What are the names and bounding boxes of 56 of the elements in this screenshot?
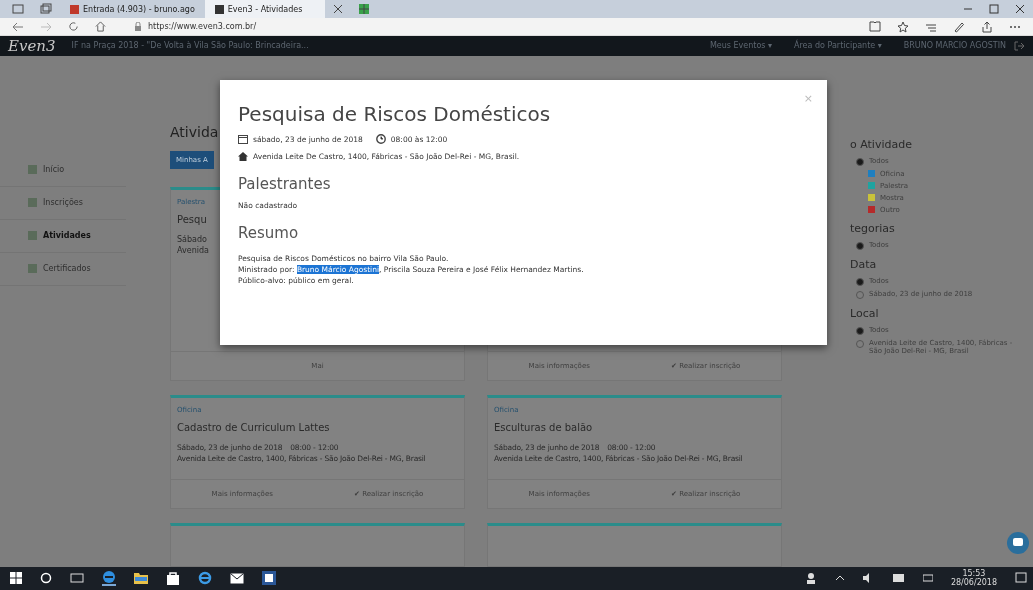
home-icon[interactable] bbox=[95, 21, 106, 33]
nav-menu[interactable]: Área do Participante ▾ bbox=[794, 41, 882, 51]
site-logo[interactable]: Even3 bbox=[8, 36, 56, 55]
page-heading: Ativida bbox=[170, 123, 219, 140]
bag-icon[interactable] bbox=[166, 571, 180, 586]
filter-heading: o Atividade bbox=[850, 137, 913, 151]
sidebar-item[interactable]: Certificados bbox=[0, 252, 126, 286]
people-icon[interactable] bbox=[804, 572, 817, 585]
activity-title: Esculturas de balão bbox=[494, 421, 593, 433]
filter-heading: Data bbox=[850, 257, 878, 271]
back-tab-icon[interactable] bbox=[40, 3, 52, 15]
event-title[interactable]: IF na Praça 2018 - "De Volta à Vila São Paulo: Brincadeira... bbox=[71, 41, 309, 51]
taskbar-clock[interactable]: 15:53 28/06/2018 bbox=[950, 569, 997, 588]
start-icon[interactable] bbox=[10, 572, 22, 585]
home-icon bbox=[238, 152, 248, 161]
section-heading: Resumo bbox=[238, 224, 300, 242]
clock-icon bbox=[375, 134, 386, 144]
chat-icon[interactable] bbox=[1007, 532, 1029, 554]
activity-place: Avenida bbox=[177, 245, 209, 255]
notifications-icon[interactable] bbox=[1015, 572, 1027, 585]
envelope-icon[interactable] bbox=[230, 572, 244, 585]
tabs-icon[interactable] bbox=[12, 3, 24, 15]
activity-title: Pesqu bbox=[177, 213, 207, 225]
sidebar-item[interactable]: Início bbox=[0, 153, 126, 187]
sidebar-item[interactable]: Atividades bbox=[0, 219, 126, 253]
logout-icon[interactable] bbox=[1014, 40, 1025, 51]
refresh-icon[interactable] bbox=[68, 21, 79, 33]
keyboard-icon[interactable] bbox=[922, 573, 933, 584]
sidebar-item[interactable]: Inscrições bbox=[0, 186, 126, 220]
maximize-icon[interactable] bbox=[989, 4, 999, 14]
pen-icon[interactable] bbox=[953, 20, 965, 33]
activity-title: Cadastro de Curriculum Lattes bbox=[177, 421, 330, 433]
star-icon[interactable] bbox=[897, 20, 909, 33]
share-icon[interactable] bbox=[981, 20, 993, 33]
more-icon[interactable] bbox=[1009, 24, 1021, 29]
calendar-icon bbox=[238, 134, 248, 144]
modal-title: Pesquisa de Riscos Domésticos bbox=[238, 102, 552, 126]
close-icon[interactable] bbox=[332, 4, 343, 14]
lock-icon bbox=[134, 21, 142, 32]
section-heading: Palestrantes bbox=[238, 175, 332, 193]
close-icon[interactable] bbox=[1015, 4, 1025, 14]
battery-icon[interactable] bbox=[892, 574, 905, 583]
filter-heading: tegorias bbox=[850, 221, 896, 235]
close-button[interactable]: × bbox=[803, 92, 813, 105]
document-icon[interactable] bbox=[262, 571, 276, 586]
browser-tab[interactable]: Even3 - Atividades bbox=[204, 0, 325, 18]
back-icon[interactable] bbox=[12, 21, 24, 32]
folder-icon[interactable] bbox=[134, 572, 148, 585]
browser-icon[interactable] bbox=[102, 570, 116, 587]
user-menu[interactable]: BRUNO MARCIO AGOSTIN bbox=[903, 41, 1006, 51]
task-view-icon[interactable] bbox=[70, 572, 84, 585]
chevron-up-icon[interactable] bbox=[834, 575, 845, 582]
search-icon[interactable] bbox=[40, 572, 52, 585]
filter-heading: Local bbox=[850, 306, 880, 320]
activity-date: Sábado bbox=[177, 234, 207, 244]
nav-menu[interactable]: Meus Eventos ▾ bbox=[709, 41, 773, 51]
